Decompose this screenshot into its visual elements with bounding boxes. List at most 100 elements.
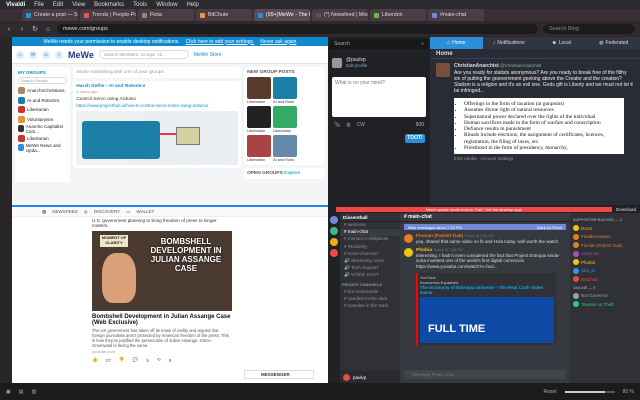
server-icon[interactable] xyxy=(330,216,338,224)
message-link[interactable]: https://www.youtube.com/watch?v=hvd... xyxy=(416,264,566,269)
app-menu[interactable]: Vivaldi xyxy=(6,2,25,8)
channel-item[interactable]: # voice-chat-text xyxy=(340,251,400,258)
member-item[interactable]: FatalException xyxy=(573,233,637,242)
nav-federated[interactable]: ◍ Federated xyxy=(588,37,640,49)
browser-tab[interactable]: BitChute xyxy=(196,9,252,21)
globe-icon[interactable]: ◍ xyxy=(346,122,350,128)
tile-icon[interactable]: ▤ xyxy=(19,389,24,395)
member-item[interactable]: Finnian (Patriot Oak) xyxy=(573,241,637,250)
groups-icon[interactable]: ☺ xyxy=(42,50,50,59)
channel-item[interactable]: 🔊 VOICE CHAT xyxy=(340,272,400,279)
toot-author[interactable]: ChristianAnarchist xyxy=(454,63,499,69)
channel-item[interactable]: # welcome xyxy=(340,222,400,229)
server-icon[interactable] xyxy=(330,227,338,235)
zoom-slider[interactable] xyxy=(564,390,615,393)
explore-link[interactable]: Explore xyxy=(284,171,300,176)
messenger-button[interactable]: MESSENGER xyxy=(244,370,314,379)
notif-settings-link[interactable]: Click here to add your settings. xyxy=(186,39,255,45)
mark-read-button[interactable]: Mark As Read xyxy=(537,225,562,230)
nav-wallet[interactable]: WALLET xyxy=(136,209,154,214)
embed-thumbnail[interactable]: FULL TIME xyxy=(420,296,554,343)
attach-icon[interactable]: 📎 xyxy=(334,122,340,128)
server-icon[interactable] xyxy=(330,238,338,246)
mewe-logo[interactable]: MeWe xyxy=(68,50,94,60)
member-item[interactable]: cilia_st xyxy=(573,267,637,276)
thumbs-up-icon[interactable]: 👍 xyxy=(92,357,98,363)
group-item[interactable]: Anarcho Capitalist Com... xyxy=(18,124,67,134)
bell-icon[interactable]: ♪ xyxy=(55,50,63,59)
private-channel-item[interactable]: # Candles in the Dark xyxy=(340,303,400,310)
toot-image-list[interactable]: Offerings in the form of taxation (at gu… xyxy=(454,98,624,155)
share-box[interactable]: Share something with one of your groups xyxy=(73,67,242,78)
menu-tools[interactable]: Tools xyxy=(133,2,147,8)
new-post-item[interactable]: Libertarian xyxy=(247,77,272,104)
embed-title[interactable]: The Economy of Entropia Universe - The R… xyxy=(420,285,554,295)
search-groups-input[interactable]: Search Groups xyxy=(18,77,68,84)
private-category[interactable]: PRIVATE CHANNELS xyxy=(340,282,400,289)
download-link[interactable]: Download xyxy=(616,207,636,212)
url-field[interactable]: mewe.com/groups xyxy=(57,24,538,34)
desktop-app-banner[interactable]: Need update mode from to Tolk? Get the d… xyxy=(336,206,612,212)
channel-item[interactable]: 🔊 Tech Support xyxy=(340,265,400,272)
edit-profile-link[interactable]: Edit profile xyxy=(346,63,367,68)
mewe-search-input[interactable]: Search Members, Groups, Hi... xyxy=(98,50,189,59)
group-item[interactable]: Libertarian xyxy=(18,134,67,144)
private-channel-item[interactable]: # candles-in-the-dark xyxy=(340,296,400,303)
browser-tab[interactable]: #main-chat xyxy=(428,9,484,21)
member-item[interactable]: DocX xyxy=(573,224,637,233)
search-field[interactable]: Search Bing xyxy=(543,24,635,34)
post-link[interactable]: https://www.projecthub.io/how-to-control… xyxy=(76,103,238,108)
toot-button[interactable]: TOOT! xyxy=(405,134,425,143)
member-item[interactable]: Phobia xyxy=(573,258,637,267)
menu-view[interactable]: View xyxy=(72,2,85,8)
browser-tab[interactable]: Trends | People-Powered I xyxy=(80,9,136,21)
forward-icon[interactable]: › xyxy=(18,26,26,33)
back-icon[interactable]: ‹ xyxy=(5,26,13,33)
channel-item[interactable]: # memes-n-shillpDots xyxy=(340,236,400,243)
compose-textarea[interactable]: What is on your mind? xyxy=(332,77,426,117)
group-item[interactable]: Libertarian xyxy=(18,105,67,115)
member-item[interactable]: Not Governor xyxy=(573,292,637,301)
avatar[interactable] xyxy=(343,373,350,381)
avatar[interactable] xyxy=(404,234,413,243)
mastodon-search-input[interactable]: Search ⌕ xyxy=(330,39,428,49)
nav-discovery[interactable]: DISCOVERY xyxy=(94,209,120,214)
new-post-item[interactable]: Libertarian xyxy=(247,135,272,162)
group-item[interactable]: MeWe News and Upda... xyxy=(18,143,67,153)
new-post-item[interactable]: AI and Robo xyxy=(273,135,298,162)
menu-window[interactable]: Window xyxy=(156,2,177,8)
browser-tab[interactable]: Liberdon xyxy=(370,9,426,21)
chat-icon[interactable]: ✉ xyxy=(29,50,37,59)
remind-icon[interactable]: ⟲ xyxy=(157,357,161,363)
unread-bar[interactable]: New messages since 7:33 PM Mark As Read xyxy=(404,224,566,230)
panel-toggle-icon[interactable]: ▣ xyxy=(6,389,11,395)
new-post-item[interactable]: Libertarian xyxy=(247,106,272,133)
new-post-item[interactable]: AI and Robo xyxy=(273,77,298,104)
member-item[interactable]: Annie.na xyxy=(573,250,637,259)
server-name[interactable]: Dissenthall xyxy=(340,213,400,222)
comment-icon[interactable]: 💬 xyxy=(133,357,139,363)
nav-newsfeed[interactable]: NEWSFEED xyxy=(52,209,78,214)
group-item[interactable]: Voluntaryism xyxy=(18,115,67,125)
browser-tab[interactable]: Flota xyxy=(138,9,194,21)
member-item[interactable]: Bracholt xyxy=(573,275,637,284)
menu-file[interactable]: File xyxy=(34,2,44,8)
cw-button[interactable]: CW xyxy=(357,122,365,128)
browser-tab[interactable]: (*) Newsfeed | Minds xyxy=(312,9,368,21)
message-input[interactable]: Message #main-chat xyxy=(404,370,566,379)
nav-home[interactable]: ⌂ Home xyxy=(430,37,483,49)
avatar[interactable] xyxy=(332,57,342,68)
avatar[interactable] xyxy=(404,248,413,258)
store-link[interactable]: MeWe Store xyxy=(194,52,222,58)
menu-help[interactable]: Help xyxy=(187,2,199,8)
image-icon[interactable]: ▧ xyxy=(31,389,36,395)
reset-button[interactable]: Reset xyxy=(544,389,557,395)
arduino-image[interactable] xyxy=(76,111,239,165)
server-icon[interactable] xyxy=(330,249,338,257)
menu-edit[interactable]: Edit xyxy=(53,2,63,8)
minds-post-title[interactable]: Bombshell Development in Julian Assange … xyxy=(92,314,232,326)
group-item[interactable]: AnarchoChristians xyxy=(18,86,67,96)
browser-tab[interactable]: Create a post — Steemit xyxy=(22,9,78,21)
toot-avatar[interactable] xyxy=(436,63,450,77)
minds-post-domain[interactable]: youtube.com xyxy=(92,349,232,354)
